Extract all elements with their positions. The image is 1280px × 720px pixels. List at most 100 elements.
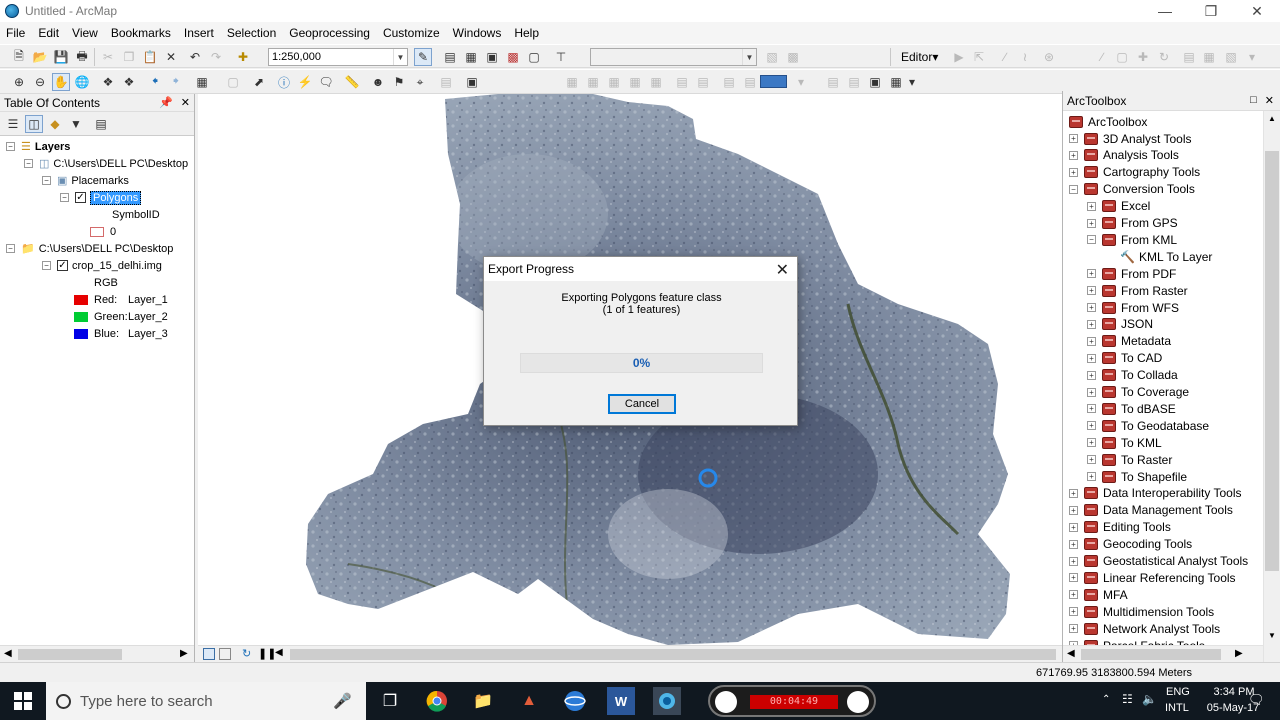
toc-band-green[interactable]: Green: Layer_2 <box>74 308 168 325</box>
table-of-contents-icon[interactable]: ▤ <box>441 48 459 66</box>
menu-view[interactable]: View <box>66 26 104 40</box>
toc-options-icon[interactable]: ▤ <box>92 115 110 133</box>
close-button[interactable]: ✕ <box>1234 0 1280 22</box>
toolbox-item[interactable]: + Cartography Tools <box>1069 164 1200 181</box>
toc-layer-raster[interactable]: − ✓ crop_15_delhi.img <box>42 257 162 274</box>
toolbox-item[interactable]: + Editing Tools <box>1069 519 1171 536</box>
scroll-thumb[interactable] <box>1081 649 1221 660</box>
visibility-checkbox[interactable]: ✓ <box>75 192 86 203</box>
clear-selection-icon[interactable]: ▢ <box>224 73 242 91</box>
toolbox-item[interactable]: +3D Analyst Tools <box>1069 130 1192 147</box>
toolbox-item[interactable]: 🔨 KML To Layer <box>1105 248 1212 265</box>
time-slider-icon[interactable]: ▤ <box>437 73 455 91</box>
toolbox-item[interactable]: + From WFS <box>1087 299 1179 316</box>
copy-icon[interactable]: ❐ <box>120 48 138 66</box>
show-hidden-icons-icon[interactable]: ⌃ <box>1102 694 1110 705</box>
layout-tool-2-icon[interactable]: ▤ <box>694 73 712 91</box>
python-window-icon[interactable]: ▢ <box>525 48 543 66</box>
menu-geoprocessing[interactable]: Geoprocessing <box>283 26 376 40</box>
toc-source-1[interactable]: − ◫ C:\Users\DELL PC\Desktop <box>24 155 188 172</box>
html-popup-icon[interactable]: 🗨 <box>317 73 335 91</box>
layout-tool-1-icon[interactable]: ▤ <box>673 73 691 91</box>
histogram-icon[interactable]: ▩ <box>784 48 802 66</box>
expand-icon[interactable]: + <box>1087 353 1096 363</box>
toc-close-icon[interactable]: ✕ <box>181 96 190 109</box>
create-features-icon[interactable]: ▧ <box>1222 48 1240 66</box>
pin-icon[interactable]: 📌 <box>159 96 173 109</box>
collapse-icon[interactable]: − <box>24 159 33 168</box>
collapse-icon[interactable]: − <box>6 142 15 151</box>
edit-annotation-icon[interactable]: ⇱ <box>970 48 988 66</box>
chrome-icon[interactable] <box>423 687 451 715</box>
toolbox-item[interactable]: + Metadata <box>1087 333 1171 350</box>
viewer-window-icon[interactable]: ▣ <box>463 73 481 91</box>
expand-icon[interactable]: + <box>1087 438 1096 448</box>
action-center-icon[interactable]: 🗨 <box>1248 692 1265 708</box>
expand-icon[interactable]: + <box>1087 286 1096 296</box>
find-icon[interactable]: ☻ <box>369 73 387 91</box>
toc-band-red[interactable]: Red: Layer_1 <box>74 291 168 308</box>
zoom-in-icon[interactable]: ⊕ <box>10 73 28 91</box>
georef-tool-2-icon[interactable]: ▦ <box>584 73 602 91</box>
toolbox-item[interactable]: + Data Interoperability Tools <box>1069 485 1242 502</box>
back-extent-icon[interactable]: 🠸 <box>146 73 164 91</box>
edit-tool-icon[interactable]: ▶ <box>950 48 968 66</box>
arctoolbox-vertical-scrollbar[interactable]: ▲ ▼ <box>1263 111 1280 662</box>
georef-icon[interactable]: ▧ <box>763 48 781 66</box>
maximize-button[interactable]: ❐ <box>1188 0 1234 22</box>
expand-icon[interactable]: + <box>1087 303 1096 312</box>
screen-recorder-widget[interactable]: 00:04:49 <box>708 685 876 717</box>
toolbox-root[interactable]: ArcToolbox <box>1069 113 1147 130</box>
cancel-button[interactable]: Cancel <box>608 394 676 414</box>
toolbox-item[interactable]: + Data Management Tools <box>1069 502 1233 519</box>
editor-toolbar-icon[interactable]: ✎ <box>414 48 432 66</box>
georef-tool-5-icon[interactable]: ▦ <box>647 73 665 91</box>
toc-horizontal-scrollbar[interactable]: ◀ ▶ <box>0 645 194 662</box>
measure-icon[interactable]: 📏 <box>343 73 361 91</box>
forward-extent-icon[interactable]: 🠺 <box>167 73 185 91</box>
split-tool-icon[interactable]: ∕ <box>1093 48 1111 66</box>
color-swatch[interactable] <box>760 75 787 88</box>
toolbox-item[interactable]: + Geostatistical Analyst Tools <box>1069 553 1248 570</box>
scroll-right-icon[interactable]: ▶ <box>1235 648 1243 659</box>
volume-icon[interactable]: 🔈 <box>1142 692 1157 706</box>
menu-help[interactable]: Help <box>508 26 545 40</box>
menu-windows[interactable]: Windows <box>447 26 508 40</box>
toolbox-item[interactable]: + Linear Referencing Tools <box>1069 569 1236 586</box>
trace-icon[interactable]: ⊛ <box>1040 48 1058 66</box>
collapse-icon[interactable]: − <box>60 193 69 202</box>
toolbox-item[interactable]: + To Coverage <box>1087 384 1189 401</box>
expand-icon[interactable]: + <box>1087 404 1096 414</box>
expand-icon[interactable]: + <box>1087 472 1096 481</box>
maximize-panel-icon[interactable]: □ <box>1250 94 1257 107</box>
new-document-icon[interactable]: 🗎 <box>10 48 28 66</box>
cut-polygon-icon[interactable]: ▢ <box>1113 48 1131 66</box>
layout-tool-4-icon[interactable]: ▤ <box>741 73 759 91</box>
expand-icon[interactable]: + <box>1087 218 1096 228</box>
pan-hand-icon[interactable]: ✋ <box>52 73 70 91</box>
network-icon[interactable]: ☷ <box>1122 692 1133 706</box>
scroll-up-icon[interactable]: ▲ <box>1268 114 1276 123</box>
word-icon[interactable]: W <box>607 687 635 715</box>
expand-icon[interactable]: + <box>1087 387 1096 397</box>
layers-root[interactable]: − ☰ Layers <box>6 138 70 155</box>
layout-tool-3-icon[interactable]: ▤ <box>720 73 738 91</box>
find-route-icon[interactable]: ⚑ <box>390 73 408 91</box>
layout-view-icon[interactable]: ▤ <box>845 73 863 91</box>
list-by-source-icon[interactable]: ◫ <box>25 115 43 133</box>
toc-group-placemarks[interactable]: − ▣ Placemarks <box>42 172 129 189</box>
save-icon[interactable]: 💾 <box>52 48 70 66</box>
stop-record-icon[interactable] <box>715 691 737 713</box>
scroll-left-icon[interactable]: ◀ <box>4 648 12 659</box>
toolbox-item[interactable]: + To CAD <box>1087 350 1162 367</box>
collapse-icon[interactable]: − <box>1069 184 1078 194</box>
expand-icon[interactable]: + <box>1087 421 1096 431</box>
select-features-icon[interactable]: ▦ <box>193 73 211 91</box>
go-to-xy-icon[interactable]: ⌖ <box>411 73 429 91</box>
expand-icon[interactable]: + <box>1069 607 1078 617</box>
collapse-icon[interactable]: − <box>6 244 15 253</box>
toc-symbol-class[interactable]: 0 <box>90 223 116 240</box>
zoom-out-icon[interactable]: ⊖ <box>31 73 49 91</box>
menu-selection[interactable]: Selection <box>221 26 282 40</box>
arctoolbox-icon[interactable]: ▩ <box>504 48 522 66</box>
